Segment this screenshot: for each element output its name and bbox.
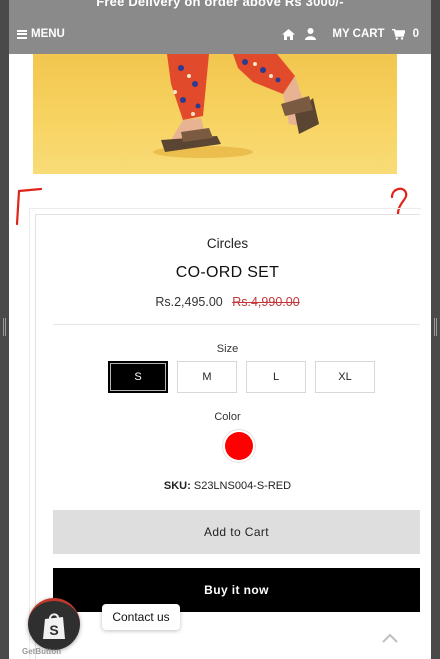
scroll-to-top-icon[interactable] [380, 630, 400, 646]
compare-price: Rs.4,990.00 [232, 295, 300, 309]
product-prices: Rs.2,495.00 Rs.4,990.00 [35, 295, 420, 309]
right-drag-handle[interactable] [434, 318, 437, 336]
product-image [33, 54, 397, 174]
announcement-bar: Free Delivery on order above Rs 3000/- [96, 0, 344, 9]
cart-icon[interactable] [391, 27, 407, 41]
menu-label: MENU [31, 28, 65, 40]
color-label: Color [214, 411, 241, 423]
contact-us-tooltip[interactable]: Contact us [102, 604, 180, 630]
hamburger-icon [17, 29, 27, 39]
left-gutter [0, 0, 9, 659]
size-label: Size [216, 343, 239, 355]
size-option-m[interactable]: M [177, 361, 237, 393]
size-selector: S M L XL [108, 361, 375, 393]
size-option-s[interactable]: S [108, 361, 168, 393]
product-title: CO-ORD SET [175, 264, 280, 281]
color-swatch-fill [225, 432, 253, 460]
sku-line: SKU: S23LNS004-S-RED [35, 480, 420, 492]
left-drag-handle[interactable] [3, 318, 6, 336]
color-swatch-red[interactable] [222, 429, 256, 463]
sale-price: Rs.2,495.00 [155, 295, 223, 309]
divider [53, 324, 420, 325]
sku-value: S23LNS004-S-RED [193, 480, 292, 492]
product-vendor[interactable]: Circles [35, 236, 420, 251]
user-icon[interactable] [302, 27, 318, 41]
svg-text:S: S [49, 622, 58, 638]
site-header: Free Delivery on order above Rs 3000/- M… [9, 0, 431, 54]
home-icon[interactable] [280, 27, 296, 41]
sku-label: SKU: [163, 480, 191, 492]
cart-count: 0 [412, 28, 419, 40]
add-to-cart-button[interactable]: Add to Cart [53, 510, 420, 554]
cart-label[interactable]: MY CART [332, 28, 384, 40]
size-option-xl[interactable]: XL [315, 361, 375, 393]
getbutton-credit[interactable]: GetButton [22, 647, 61, 656]
menu-button[interactable]: MENU [17, 28, 65, 40]
chat-widget-button[interactable]: S [28, 598, 80, 650]
shopping-bag-icon: S [43, 612, 65, 639]
header-actions: MY CART 0 [274, 27, 419, 41]
right-gutter [431, 0, 440, 659]
size-option-l[interactable]: L [246, 361, 306, 393]
